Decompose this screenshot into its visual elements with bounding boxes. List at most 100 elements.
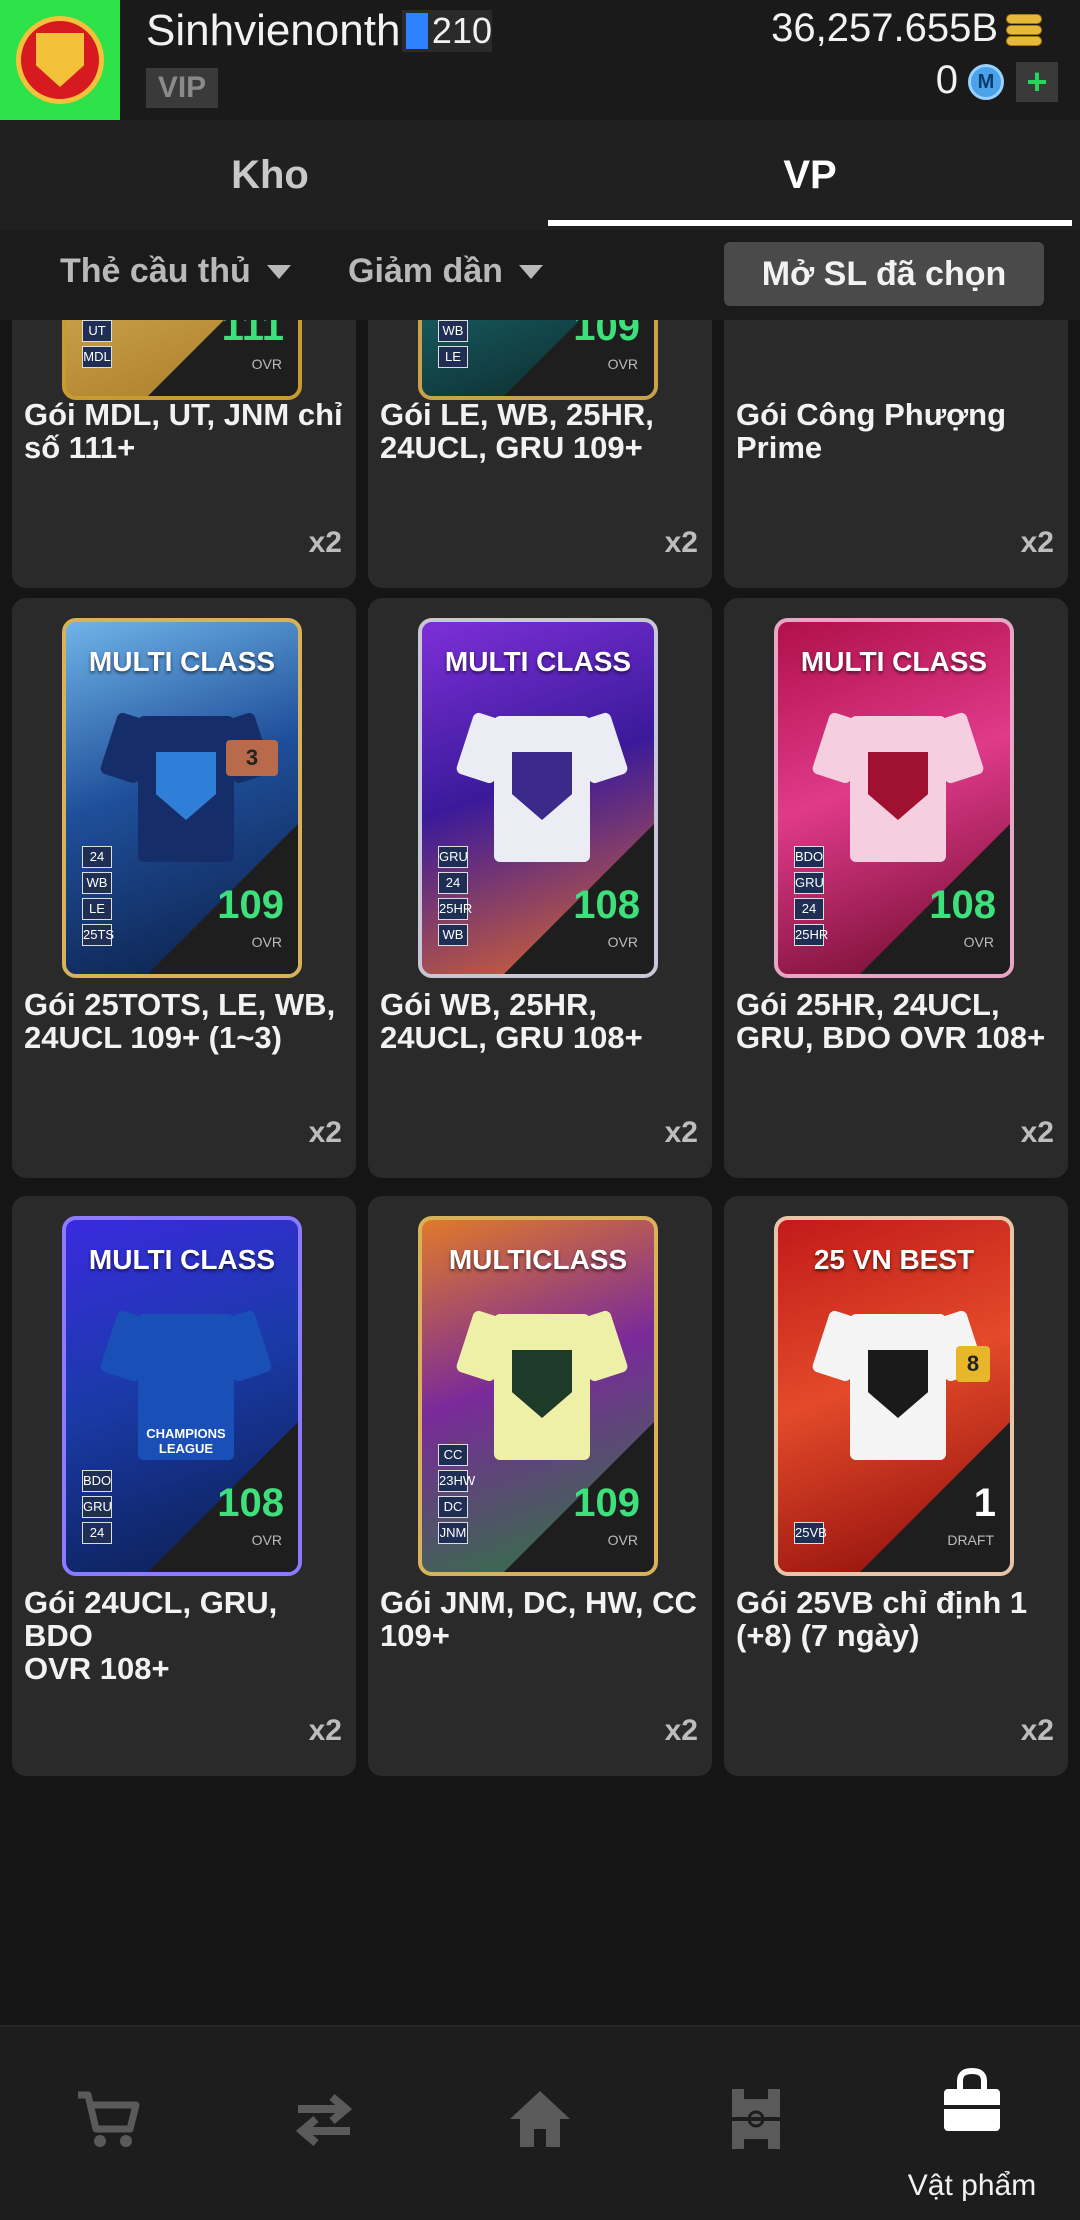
level-number: 210 [431, 10, 492, 51]
ovr-value: 108 [217, 1481, 284, 1525]
nav-items-label: Vật phẩm [907, 2169, 1037, 2202]
pack-card-image: MULTI CLASS CHAMPIONS LEAGUE BDO GRU 24 108 OV… [62, 1216, 302, 1576]
pack-title-line: GRU, BDO OVR 108+ [736, 1020, 1046, 1055]
pack-item[interactable]: MULTI CLASS BDO GRU 24 25HR 108 OVR Gói 25HR, 2… [724, 598, 1068, 1178]
class-tags: BDO GRU 24 25HR [794, 846, 828, 946]
class-tag: GRU [438, 846, 468, 868]
class-tags: GRU 24 25HR WB [438, 846, 472, 946]
pack-item[interactable]: MULTI CLASS CHAMPIONS LEAGUE BDO GRU 24 108 OV… [12, 1196, 356, 1776]
pack-title-line: 24UCL, GRU 109+ [380, 430, 643, 465]
tab-kho[interactable]: Kho [0, 120, 540, 230]
class-tags: JNMUTMDL [82, 320, 112, 368]
pack-title: Gói MDL, UT, JNM chỉ số 111+ [24, 398, 344, 464]
dropdown-arrow-icon [518, 264, 543, 279]
ovr-label: OVR [251, 934, 282, 950]
ovr-value: 108 [929, 883, 996, 927]
m-points-balance: 0 [935, 58, 958, 102]
vip-badge[interactable]: VIP [146, 68, 218, 108]
nav-squad[interactable] [648, 2027, 864, 2220]
ovr-value: 111 [221, 320, 284, 349]
class-tag: LE [82, 898, 112, 920]
nav-home[interactable] [432, 2027, 648, 2220]
pack-item[interactable]: MULTI CLASSJNMUTMDL111OVRGói MDL, UT, JN… [12, 320, 356, 588]
sort-dropdown[interactable]: Giảm dần [348, 252, 543, 291]
ovr-label: OVR [963, 934, 994, 950]
class-tag: 25VB [794, 1522, 827, 1544]
cart-icon [78, 2091, 140, 2147]
class-tags: 25VB [794, 1522, 827, 1544]
class-tag: 25HR [438, 898, 472, 920]
bag-icon [944, 2067, 1000, 2131]
pack-quantity: x2 [664, 1116, 698, 1149]
pack-title-line: Gói 24UCL, GRU, BDO [24, 1585, 278, 1653]
pack-title: Gói 25HR, 24UCL, GRU, BDO OVR 108+ [736, 988, 1056, 1054]
pack-title: Gói JNM, DC, HW, CC 109+ [380, 1586, 700, 1652]
card-banner: MULTICLASS [448, 1244, 628, 1275]
pack-item[interactable]: MULTI CLASSGRU2425HRWBLE109OVRGói LE, WB… [368, 320, 712, 588]
open-selected-button[interactable]: Mở SL đã chọn [724, 242, 1044, 306]
username: Sinhvienonthi [146, 6, 411, 55]
pack-card-image: MULTI CLASS GRU 24 25HR WB 108 OVR [418, 618, 658, 978]
pack-item[interactable]: MULTI CLASS GRU 24 25HR WB 108 OVR Gói WB, 25HR… [368, 598, 712, 1178]
card-banner: MULTI CLASS [88, 646, 276, 677]
step-badge: 3 [226, 740, 278, 776]
club-logo[interactable] [0, 0, 120, 120]
pack-title-line: 109+ [380, 1618, 450, 1653]
dropdown-arrow-icon [266, 264, 291, 279]
class-tag: 24 [438, 872, 468, 894]
tab-bar: Kho VP [0, 120, 1080, 230]
pack-quantity: x2 [308, 1714, 342, 1747]
ovr-value: 109 [217, 883, 284, 927]
class-tag: LE [438, 346, 468, 368]
pack-title: Gói Công Phượng Prime [736, 398, 1056, 464]
add-currency-button[interactable]: + [1016, 61, 1058, 102]
ovr-value: 109 [573, 320, 640, 349]
top-bar: Sinhvienonthi 210 VIP 36,257.655B 0 M + [0, 0, 1080, 120]
pack-title: Gói LE, WB, 25HR, 24UCL, GRU 109+ [380, 398, 700, 464]
pack-quantity: x2 [308, 1116, 342, 1149]
pack-title-line: Gói 25VB chỉ định 1 [736, 1585, 1028, 1620]
category-dropdown[interactable]: Thẻ cầu thủ [60, 252, 291, 291]
pack-title-line: Gói LE, WB, 25HR, [380, 397, 654, 432]
pack-item[interactable]: MULTI CLASS 3 24 WB LE 25TS 109 OVR Gói 25TOTS, … [12, 598, 356, 1178]
level-badge: 210 [402, 10, 492, 52]
ovr-label: DRAFT [947, 1532, 994, 1548]
class-tag: 24 [794, 898, 824, 920]
home-icon [510, 2091, 570, 2147]
pack-title: Gói 24UCL, GRU, BDO OVR 108+ [24, 1586, 344, 1685]
pack-title: Gói 25VB chỉ định 1 (+8) (7 ngày) [736, 1586, 1056, 1652]
class-tag: 25HR [794, 924, 828, 946]
club-crest-icon [16, 16, 104, 104]
pack-title-line: 24UCL 109+ (1~3) [24, 1020, 282, 1055]
ovr-value: 108 [573, 883, 640, 927]
class-tag: CC [438, 1444, 468, 1466]
class-tag: MDL [82, 346, 112, 368]
item-grid: MULTI CLASS JNM UT MDL 111 OVR Gói MDL, UT, JN… [0, 320, 1080, 2025]
pack-title: Gói 25TOTS, LE, WB, 24UCL 109+ (1~3) [24, 988, 344, 1054]
class-tag: 24 [82, 1522, 112, 1544]
pack-card-image: MULTI CLASS BDO GRU 24 25HR 108 OVR [774, 618, 1014, 978]
pack-title-line: OVR 108+ [24, 1651, 170, 1686]
pack-item[interactable]: MULTICLASS CC 23HW DC JNM 109 OVR Gói JNM, DC, … [368, 1196, 712, 1776]
card-banner: 25 VN BEST [813, 1244, 975, 1275]
pack-title-line: 24UCL, GRU 108+ [380, 1020, 643, 1055]
nav-transfer[interactable] [216, 2027, 432, 2220]
nav-shop[interactable] [0, 2027, 216, 2220]
ovr-label: OVR [607, 934, 638, 950]
pack-item[interactable]: Gói Công Phượng Prime x2 [724, 320, 1068, 588]
pack-title-line: Gói 25TOTS, LE, WB, [24, 987, 336, 1022]
ovr-value: 109 [573, 1481, 640, 1525]
pack-title-line: Gói 25HR, 24UCL, [736, 987, 1000, 1022]
class-tags: BDO GRU 24 [82, 1470, 112, 1544]
pack-title-line: Gói WB, 25HR, [380, 987, 598, 1022]
transfer-icon [295, 2093, 353, 2147]
pack-card-image: 25 VN BEST 8 25VB 1 DRAFT [774, 1216, 1014, 1576]
nav-items[interactable]: Vật phẩm [864, 2027, 1080, 2220]
pack-quantity: x2 [1020, 1714, 1054, 1747]
class-tag: DC [438, 1496, 468, 1518]
tab-vp[interactable]: VP [540, 120, 1080, 230]
card-banner: MULTI CLASS [444, 646, 632, 677]
pack-item[interactable]: 25 VN BEST 8 25VB 1 DRAFT Gói 25VB chỉ định 1… [724, 1196, 1068, 1776]
field-icon [732, 2089, 780, 2149]
ovr-label: OVR [607, 1532, 638, 1548]
